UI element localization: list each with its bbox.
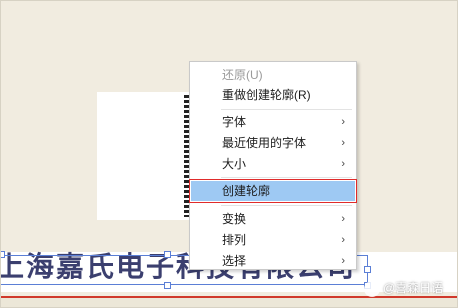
menu-item-undo[interactable]: 还原(U) — [191, 65, 355, 85]
selection-handle[interactable] — [364, 266, 371, 273]
submenu-arrow-icon: › — [341, 137, 345, 149]
watermark: @喜森日语 — [364, 279, 443, 299]
menu-separator — [221, 177, 352, 178]
menu-item-label: 排列 — [222, 233, 247, 247]
selection-handle[interactable] — [0, 251, 5, 258]
menu-item-font[interactable]: 字体 › — [191, 112, 355, 132]
menu-separator — [221, 109, 352, 110]
watermark-text: @喜森日语 — [383, 281, 444, 295]
selection-handle[interactable] — [164, 251, 171, 258]
artboard — [97, 92, 193, 220]
bottom-strip — [0, 298, 458, 308]
menu-item-recent-fonts[interactable]: 最近使用的字体 › — [191, 133, 355, 153]
submenu-arrow-icon: › — [341, 213, 345, 225]
submenu-arrow-icon: › — [341, 158, 345, 170]
menu-item-label: 创建轮廓 — [222, 184, 271, 198]
context-menu: 还原(U) 重做创建轮廓(R) 字体 › 最近使用的字体 › 大小 › 创建轮廓… — [189, 61, 357, 270]
menu-item-arrange[interactable]: 排列 › — [191, 230, 355, 250]
menu-item-label: 选择 — [222, 254, 247, 268]
menu-item-label: 最近使用的字体 — [222, 136, 307, 150]
menu-item-label: 重做创建轮廓(R) — [222, 88, 311, 102]
menu-item-redo-create-outlines[interactable]: 重做创建轮廓(R) — [191, 85, 355, 105]
watermark-logo-icon — [364, 280, 380, 297]
submenu-arrow-icon: › — [341, 116, 345, 128]
menu-item-label: 大小 — [222, 157, 247, 171]
submenu-arrow-icon: › — [341, 255, 345, 267]
menu-item-size[interactable]: 大小 › — [191, 154, 355, 174]
menu-item-create-outlines[interactable]: 创建轮廓 — [189, 179, 357, 203]
selection-handle[interactable] — [164, 282, 171, 289]
menu-item-label: 还原(U) — [222, 68, 263, 82]
submenu-arrow-icon: › — [341, 234, 345, 246]
menu-item-label: 字体 — [222, 115, 247, 129]
menu-item-label: 变换 — [222, 212, 247, 226]
menu-separator — [221, 205, 352, 206]
menu-item-select[interactable]: 选择 › — [191, 251, 355, 271]
menu-item-transform[interactable]: 变换 › — [191, 209, 355, 229]
